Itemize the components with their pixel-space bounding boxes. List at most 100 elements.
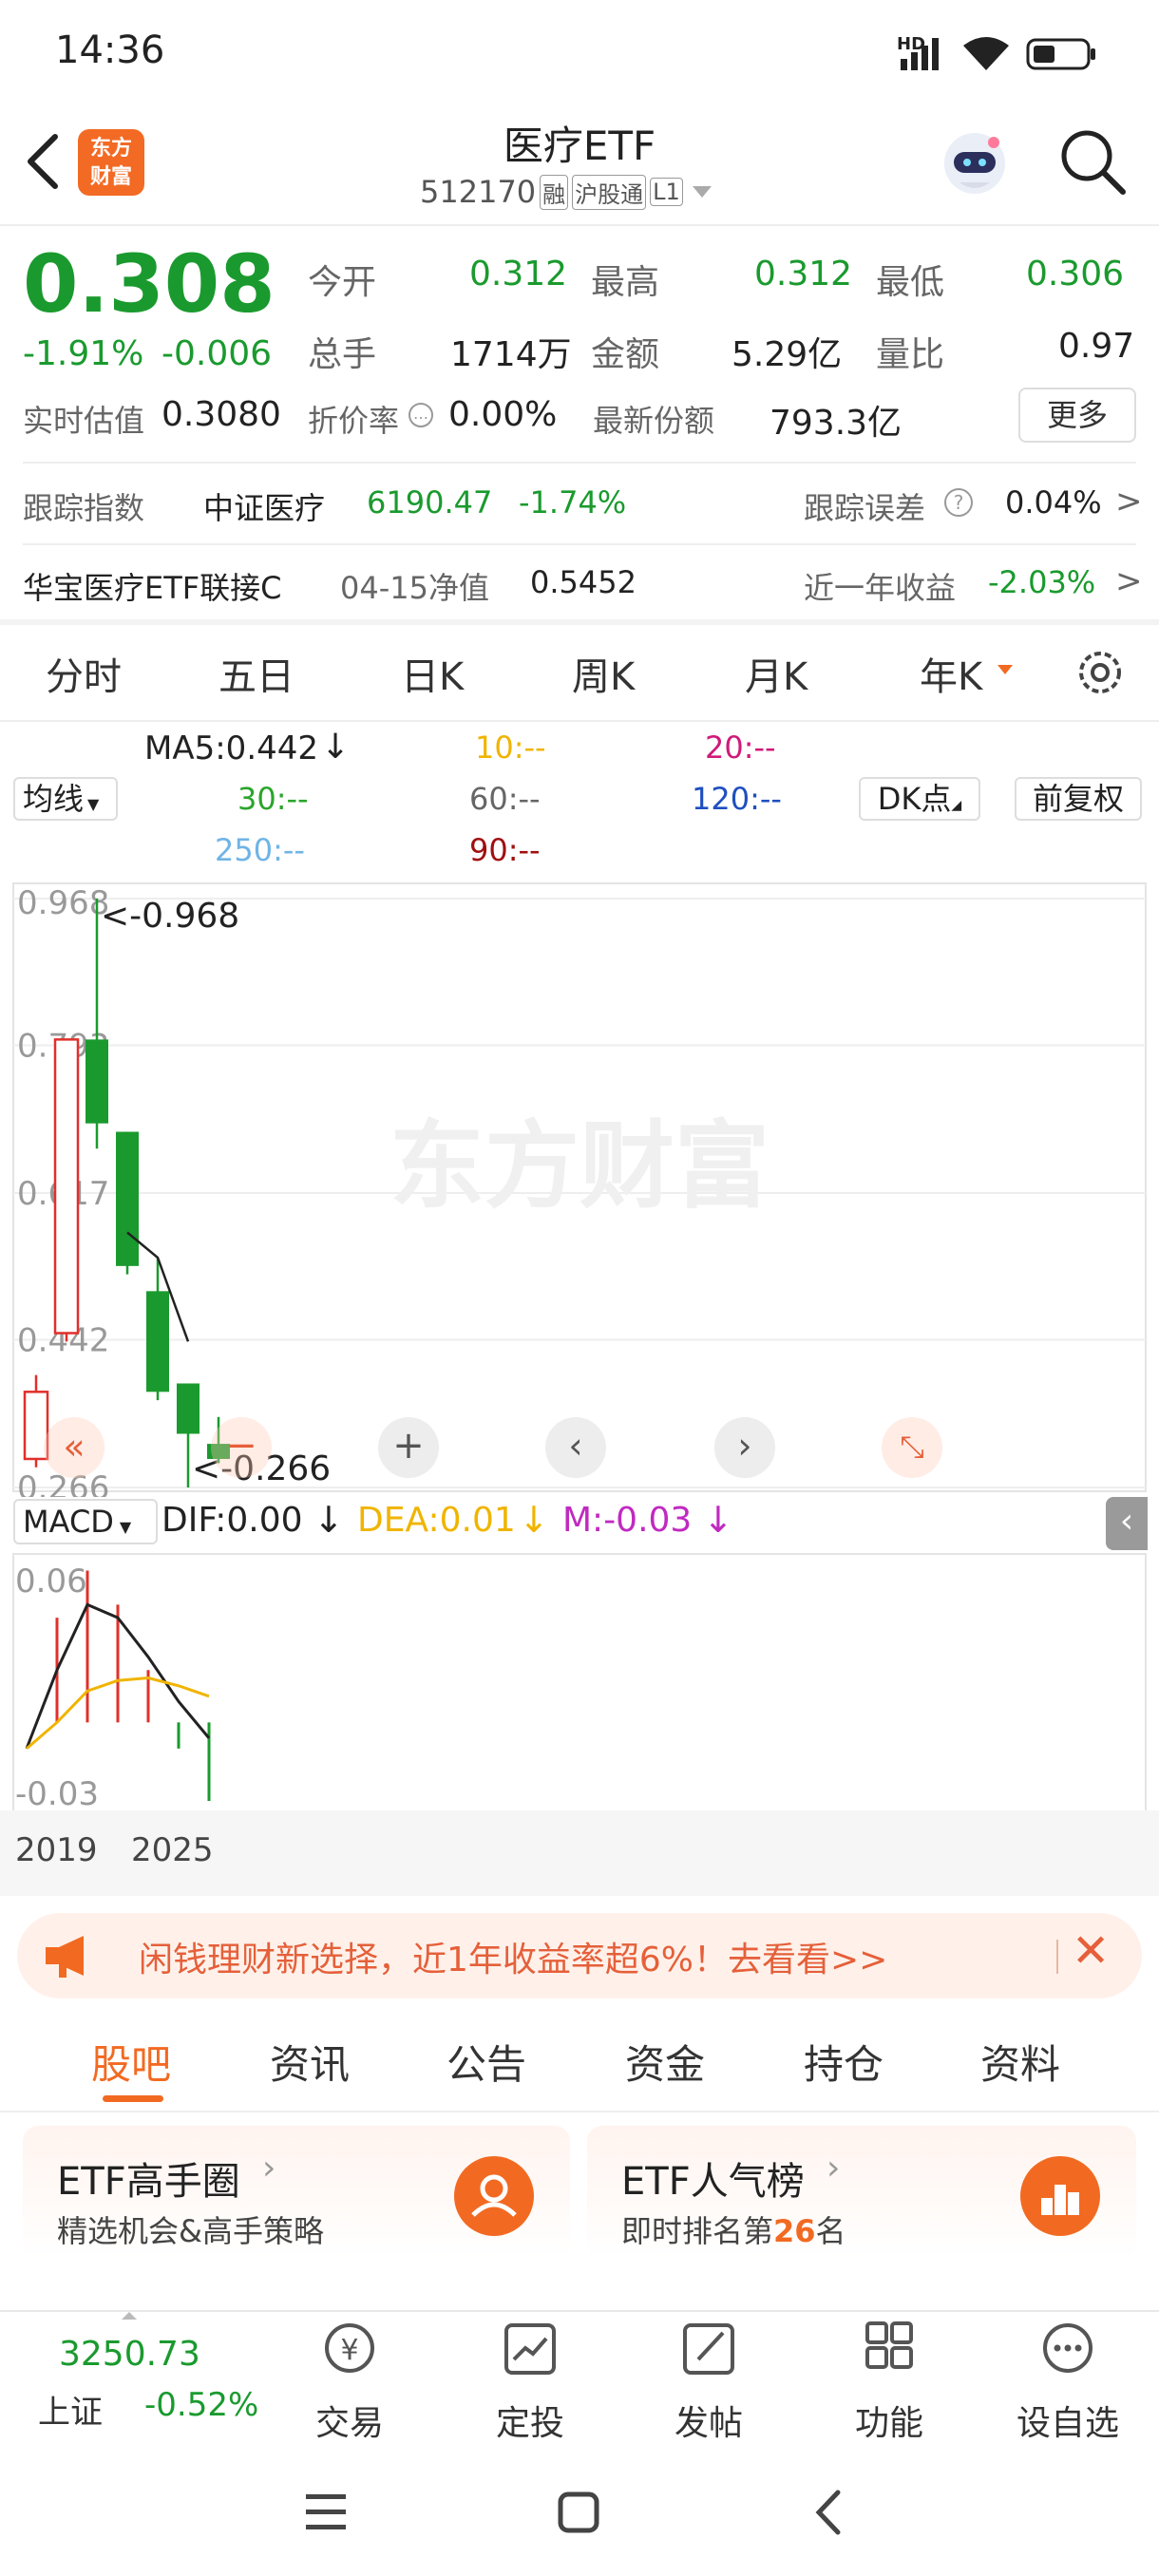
dk-point-label: DK点 [877, 781, 952, 817]
add-watchlist-label: 设自选 [1016, 2404, 1119, 2443]
candle-body [116, 1131, 139, 1266]
candle-body [146, 1291, 169, 1392]
tab-daily-k[interactable]: 日K [401, 646, 464, 701]
zoom-in-button[interactable]: + [378, 1417, 439, 1478]
promo-banner[interactable]: 闲钱理财新选择，近1年收益率超6%！去看看>> ✕ [17, 1913, 1142, 1998]
dea-label: DEA:0.01 [357, 1501, 516, 1540]
dk-point-button[interactable]: DK点◢ [859, 777, 980, 821]
macd-selector[interactable]: MACD ▼ [13, 1499, 158, 1544]
macd-tick-label: 0.06 [15, 1563, 87, 1601]
etf-popularity-card[interactable]: ETF人气榜 › 即时排名第26名 [587, 2126, 1136, 2259]
card-title: ETF高手圈 [57, 2160, 240, 2204]
tag-margin: 融 [540, 174, 569, 210]
etf-expert-card[interactable]: ETF高手圈 › 精选机会&高手策略 [23, 2126, 570, 2259]
price-adjust-button[interactable]: 前复权 [1015, 777, 1142, 821]
tracking-index-name: 中证医疗 [203, 490, 326, 526]
change-percent: -1.91% [23, 334, 144, 373]
svg-text:¥: ¥ [340, 2334, 358, 2367]
tab-yearly-k[interactable]: 年K [920, 646, 982, 701]
tab-capital-flow[interactable]: 资金 [625, 2033, 705, 2091]
tracking-divider [23, 543, 1136, 545]
tab-news[interactable]: 资讯 [270, 2033, 350, 2091]
tab-announcements[interactable]: 公告 [446, 2033, 526, 2091]
tab-monthly-k[interactable]: 月K [745, 646, 808, 701]
x-label-start: 2019 [15, 1831, 98, 1869]
chart-watermark: 东方财富 [390, 1110, 770, 1222]
candlestick-chart[interactable]: 东方财富 0.9680.7930.6170.4420.266 <-0.968 <… [0, 880, 1159, 1497]
ma-indicators: 均线 ▼ MA5:0.442 ↓ 10:-- 20:-- 30:-- 60:-- … [0, 728, 1159, 872]
battery-icon [1026, 38, 1095, 70]
close-icon[interactable]: ✕ [1072, 1924, 1110, 1978]
caret-up-icon [122, 2312, 137, 2320]
linked-fund-row[interactable]: 华宝医疗ETF联接C 04-15净值 0.5452 近一年收益 -2.03% > [23, 555, 1143, 617]
caret-down-icon [998, 665, 1013, 674]
stock-code: 512170 [420, 174, 537, 210]
section-gap [0, 619, 1159, 625]
functions-button[interactable]: 功能 [804, 2318, 975, 2445]
ma30-label: 30:-- [238, 781, 309, 817]
tab-weekly-k[interactable]: 周K [572, 646, 635, 701]
zoom-out-button[interactable]: − [211, 1417, 272, 1478]
back-nav-icon[interactable] [809, 2487, 847, 2538]
nav-value: 0.5452 [530, 564, 636, 600]
expert-circle-icon [454, 2156, 534, 2236]
info-icon[interactable]: … [408, 403, 433, 427]
add-watchlist-button[interactable]: 设自选 [982, 2318, 1153, 2445]
macd-chart: 0.06 -0.03 [12, 1553, 1147, 1813]
chevron-right-icon: › [826, 2149, 841, 2188]
scroll-right-button[interactable]: › [714, 1417, 775, 1478]
rank-suffix: 名 [815, 2213, 846, 2249]
tracking-index-value: 6190.47 [367, 484, 493, 521]
arrow-down-icon: ↓ [321, 728, 351, 767]
collapse-panel-button[interactable]: ‹ [1106, 1497, 1148, 1550]
more-button-label: 更多 [1046, 397, 1108, 433]
tab-profile[interactable]: 资料 [980, 2033, 1060, 2091]
gear-icon[interactable] [1072, 644, 1129, 701]
scroll-left-fast-button[interactable]: « [44, 1417, 104, 1478]
quote-divider [23, 462, 1136, 464]
chevron-down-icon [692, 186, 712, 198]
amount-label: 金额 [591, 335, 660, 374]
tab-forum[interactable]: 股吧 [91, 2033, 171, 2091]
tab-five-day[interactable]: 五日 [218, 646, 294, 701]
scroll-left-button[interactable]: ‹ [545, 1417, 606, 1478]
low-value: 0.306 [1026, 255, 1125, 294]
fund-name: 华宝医疗ETF联接C [23, 570, 282, 606]
avg-line-button[interactable]: 均线 ▼ [13, 777, 118, 821]
robot-assistant-icon[interactable] [935, 123, 1015, 203]
post-button[interactable]: 发帖 [623, 2318, 794, 2445]
high-value: 0.312 [754, 255, 853, 294]
trade-button[interactable]: ¥ 交易 [264, 2318, 435, 2445]
market-index-widget[interactable]: 3250.73 上证 -0.52% [0, 2312, 285, 2445]
estimate-row: 实时估值 0.3080 折价率 … 0.00% 最新份额 793.3亿 [23, 393, 1144, 443]
trade-label: 交易 [314, 2404, 384, 2443]
avg-line-label: 均线 [23, 781, 85, 817]
ranking-circle-icon [1020, 2156, 1100, 2236]
open-value: 0.312 [469, 255, 568, 294]
tab-holdings[interactable]: 持仓 [804, 2033, 884, 2091]
code-row[interactable]: 512170 融 沪股通 L1 [420, 173, 712, 211]
caret-down-icon: ▼ [119, 1518, 132, 1536]
ma120-label: 120:-- [692, 781, 782, 817]
functions-label: 功能 [854, 2404, 923, 2443]
tag-connect: 沪股通 [572, 174, 647, 210]
tab-intraday[interactable]: 分时 [46, 646, 122, 701]
menu-icon[interactable] [302, 2491, 350, 2534]
more-button[interactable]: 更多 [1018, 388, 1136, 443]
nav-label: 04-15净值 [340, 570, 489, 606]
tracking-row[interactable]: 跟踪指数 中证医疗 6190.47 -1.74% 跟踪误差 ? 0.04% > [23, 475, 1143, 538]
price-adjust-label: 前复权 [1032, 781, 1124, 817]
signal-icon [901, 38, 939, 70]
return-label: 近一年收益 [804, 570, 957, 606]
fullscreen-button[interactable]: ⤡ [882, 1417, 942, 1478]
home-icon[interactable] [555, 2489, 602, 2536]
index-value: 3250.73 [59, 2335, 200, 2374]
system-nav-bar [0, 2443, 1159, 2576]
help-icon[interactable]: ? [944, 488, 973, 517]
search-icon[interactable] [1054, 123, 1130, 199]
fixed-investment-button[interactable]: 定投 [445, 2318, 616, 2445]
chevron-right-icon: > [1115, 483, 1143, 521]
post-label: 发帖 [674, 2404, 743, 2443]
promo-text: 闲钱理财新选择，近1年收益率超6%！去看看>> [139, 1941, 888, 1979]
dif-label: DIF:0.00 [162, 1501, 303, 1540]
